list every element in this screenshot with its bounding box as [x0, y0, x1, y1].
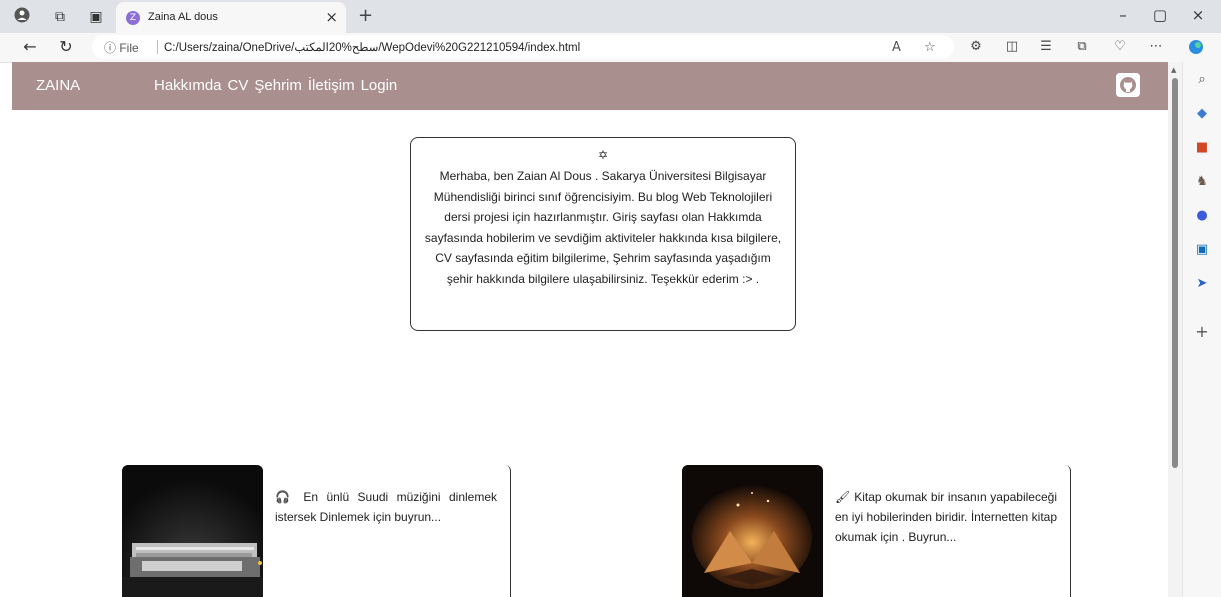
new-tab-button[interactable]: +	[358, 5, 373, 26]
tab-favicon-icon: Z	[126, 11, 140, 25]
url-text[interactable]: C:/Users/zaina/OneDrive/سطح%20المكتب/Wep…	[164, 40, 580, 54]
close-tab-icon[interactable]: ×	[325, 8, 338, 26]
nav-link-hakkimda[interactable]: Hakkımda	[154, 77, 222, 94]
music-card-text: 🎧 En ünlü Suudi müziğini dinlemek isters…	[275, 487, 497, 527]
tools-briefcase-icon[interactable]: ■	[1194, 140, 1210, 156]
address-bar-row: ← ↻ ⓘ File C:/Users/zaina/OneDrive/سطح%2…	[0, 33, 1221, 63]
shopping-tag-icon[interactable]: ◆	[1194, 106, 1210, 122]
site-brand[interactable]: ZAINA	[36, 77, 80, 94]
tab-actions-icon[interactable]: ▣	[86, 7, 106, 27]
scrollbar-thumb[interactable]	[1172, 78, 1178, 468]
refresh-icon[interactable]: ↻	[56, 37, 76, 56]
web-page: ZAINA Hakkımda CV Şehrim İletişim Login …	[12, 62, 1168, 597]
site-navbar: ZAINA Hakkımda CV Şehrim İletişim Login	[12, 62, 1168, 110]
back-icon[interactable]: ←	[20, 37, 40, 56]
book-image	[682, 465, 823, 597]
restore-button[interactable]: ▢	[1150, 6, 1170, 24]
tab-title: Zaina AL dous	[148, 11, 218, 23]
add-sidebar-app-icon[interactable]: +	[1194, 324, 1210, 340]
music-card: 🎧 En ünlü Suudi müziğini dinlemek isters…	[122, 465, 511, 597]
browser-tab[interactable]: Z Zaina AL dous ×	[116, 2, 346, 33]
nav-link-cv[interactable]: CV	[228, 77, 249, 94]
read-aloud-icon[interactable]: A	[892, 40, 901, 55]
minimize-button[interactable]: –	[1113, 6, 1133, 24]
concert-image	[122, 465, 263, 597]
copilot-icon[interactable]	[1186, 39, 1206, 59]
book-card-description[interactable]: Kitap okumak bir insanın yapabileceği en…	[835, 490, 1057, 544]
more-menu-icon[interactable]: ⋯	[1146, 39, 1166, 54]
microsoft-365-icon[interactable]: ●	[1194, 208, 1210, 224]
music-card-description[interactable]: En ünlü Suudi müziğini dinlemek istersek…	[275, 490, 497, 524]
intro-card: ✡ Merhaba, ben Zaian Al Dous . Sakarya Ü…	[410, 137, 796, 331]
book-card: 🖌 Kitap okumak bir insanın yapabileceği …	[682, 465, 1071, 597]
address-bar[interactable]: ⓘ File C:/Users/zaina/OneDrive/سطح%20الم…	[92, 35, 954, 59]
star-of-david-icon: ✡	[597, 148, 609, 162]
intro-text: Merhaba, ben Zaian Al Dous . Sakarya Üni…	[424, 169, 782, 286]
github-icon[interactable]	[1116, 73, 1140, 97]
book-card-text: 🖌 Kitap okumak bir insanın yapabileceği …	[835, 487, 1057, 547]
paintbrush-icon: 🖌	[835, 490, 851, 504]
headphones-icon: 🎧	[275, 490, 295, 504]
outlook-icon[interactable]: ▣	[1194, 242, 1210, 258]
browser-tab-bar: ⧉ ▣ Z Zaina AL dous × + – ▢ ×	[0, 0, 1221, 33]
collections-icon[interactable]: ⧉	[1072, 39, 1092, 54]
scroll-up-arrow-icon[interactable]: ▲	[1171, 66, 1176, 74]
nav-link-iletisim[interactable]: İletişim	[308, 77, 355, 94]
workspaces-icon[interactable]: ⧉	[50, 7, 70, 27]
send-icon[interactable]: ➤	[1194, 276, 1210, 292]
search-icon[interactable]: ⌕	[1194, 72, 1210, 88]
close-window-button[interactable]: ×	[1188, 6, 1208, 24]
browser-essentials-icon[interactable]: ♡	[1110, 39, 1130, 54]
nav-links: Hakkımda CV Şehrim İletişim Login	[154, 77, 397, 94]
page-scrollbar[interactable]: ▲	[1168, 62, 1182, 597]
split-screen-icon[interactable]: ◫	[1002, 39, 1022, 54]
favorite-star-icon[interactable]: ☆	[924, 40, 936, 55]
profile-icon[interactable]	[12, 7, 32, 27]
extensions-icon[interactable]: ⚙	[966, 39, 986, 54]
nav-link-login[interactable]: Login	[361, 77, 398, 94]
site-info-label[interactable]: ⓘ File	[104, 39, 139, 56]
browser-sidebar: ⌕ ◆ ■ ♞ ● ▣ ➤ +	[1182, 62, 1221, 597]
favorites-icon[interactable]: ☰	[1036, 39, 1056, 54]
address-divider	[157, 40, 158, 54]
games-icon[interactable]: ♞	[1194, 174, 1210, 190]
nav-link-sehrim[interactable]: Şehrim	[254, 77, 302, 94]
